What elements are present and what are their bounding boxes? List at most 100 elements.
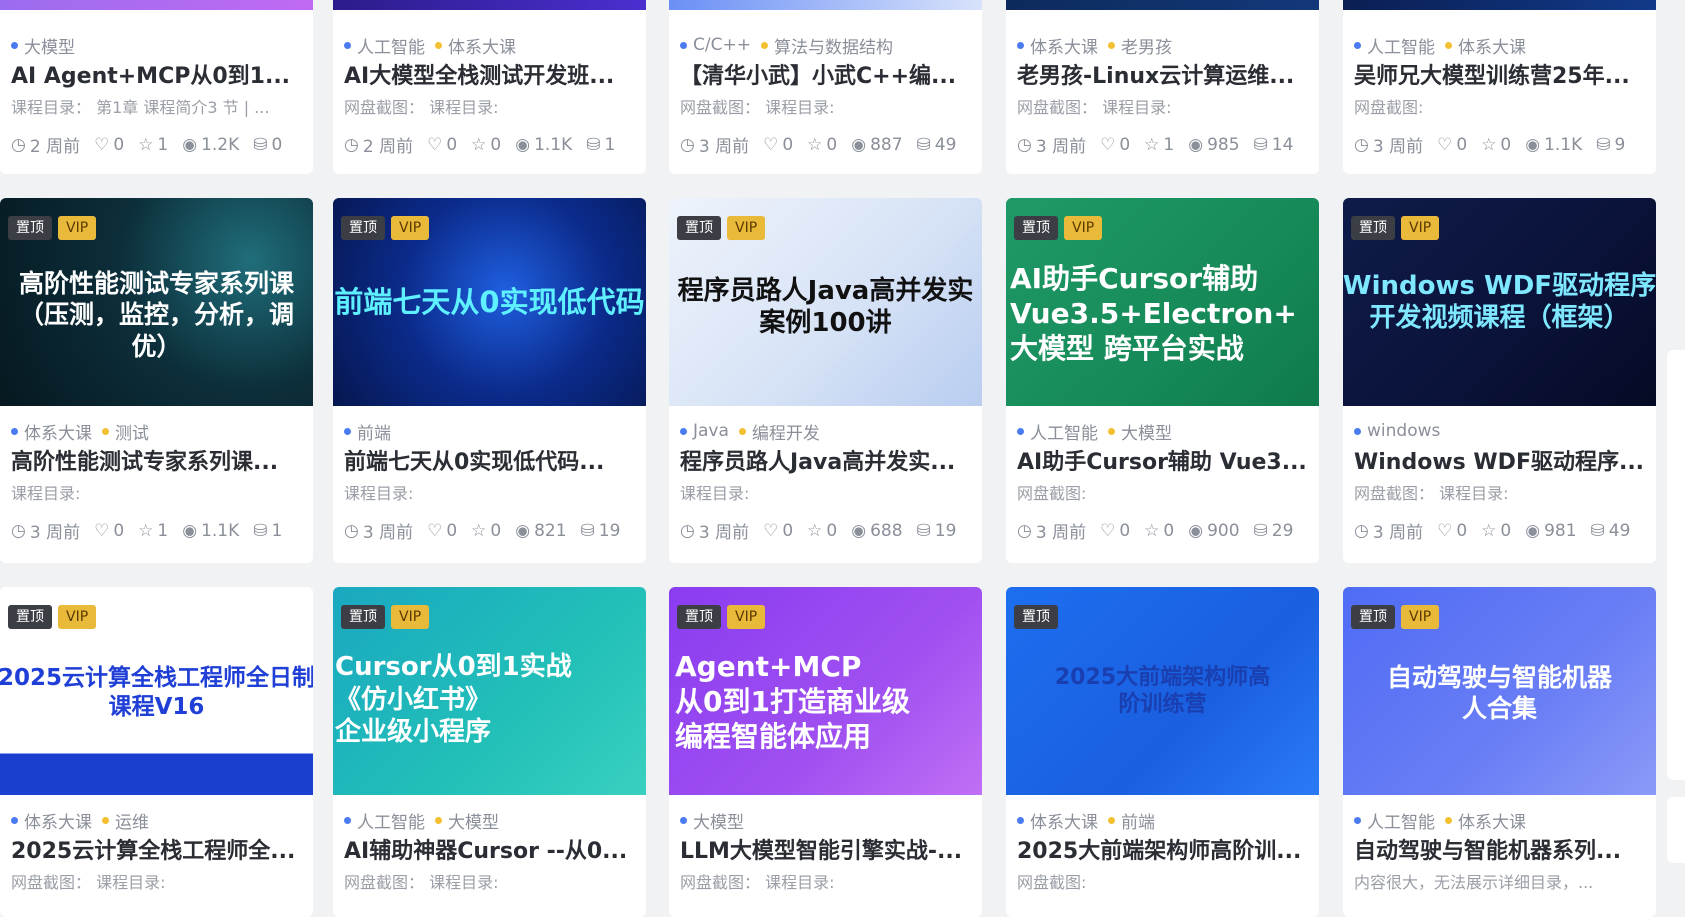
stat-favs[interactable]: ☆ 1 [1144, 135, 1174, 155]
course-card[interactable]: 置顶 2025大前端架构师高 阶训练营 体系大课 前端 2025大前端架构师高阶… [1006, 587, 1319, 917]
course-title[interactable]: LLM大模型智能引擎实战-... [680, 837, 971, 867]
stat-favs[interactable]: ☆ 0 [1144, 521, 1174, 541]
tag[interactable]: 前端 [1108, 808, 1155, 833]
tag[interactable]: 算法与数据结构 [760, 33, 893, 58]
course-card[interactable]: 置顶 VIP 2025云计算全栈工程师全日制 课程V16 体系大课 运维 202… [0, 587, 313, 917]
tag-dot-icon [1108, 427, 1115, 435]
tag[interactable]: Java [680, 421, 729, 441]
stat-likes[interactable]: ♡ 0 [427, 135, 457, 155]
stat-favs[interactable]: ☆ 0 [1481, 521, 1511, 541]
course-title[interactable]: AI助手Cursor辅助 Vue3.... [1017, 448, 1308, 478]
tag[interactable]: 体系大课 [11, 419, 92, 444]
stat-favs[interactable]: ☆ 0 [807, 135, 837, 155]
tag[interactable]: 体系大课 [1017, 808, 1098, 833]
tag[interactable]: 大模型 [1108, 419, 1172, 444]
stat-favs[interactable]: ☆ 0 [471, 521, 501, 541]
course-title[interactable]: AI辅助神器Cursor --从0... [344, 837, 635, 867]
tag[interactable]: 人工智能 [344, 33, 425, 58]
course-card[interactable]: 人工智能 体系大课 吴师兄大模型训练营25年... 网盘截图: ◷ 3 周前 ♡ 0… [1343, 0, 1656, 174]
stat-coins: ⛁ 0 [253, 134, 283, 155]
stat-likes[interactable]: ♡ 0 [1100, 135, 1130, 155]
course-title[interactable]: 2025大前端架构师高阶训... [1017, 837, 1308, 867]
vip-badge: VIP [391, 605, 430, 629]
course-thumbnail[interactable] [669, 0, 982, 10]
tag[interactable]: 体系大课 [435, 33, 516, 58]
course-card[interactable]: 置顶 VIP Cursor从0到1实战 《仿小红书》 企业级小程序 人工智能 大… [333, 587, 646, 917]
course-title[interactable]: 【清华小武】小武C++编... [680, 62, 971, 92]
tag[interactable]: 编程开发 [738, 419, 820, 444]
floating-side-button[interactable] [1667, 797, 1685, 863]
course-thumbnail[interactable]: 置顶 VIP 2025云计算全栈工程师全日制 课程V16 [0, 587, 313, 795]
stat-likes[interactable]: ♡ 0 [1100, 521, 1130, 541]
course-thumbnail[interactable]: 置顶 VIP Windows WDF驱动程序 开发视频课程（框架） [1343, 198, 1656, 406]
course-title[interactable]: 2025云计算全栈工程师全... [11, 837, 302, 867]
course-card[interactable]: 置顶 VIP Agent+MCP 从0到1打造商业级 编程智能体应用 大模型 L… [669, 587, 982, 917]
course-thumbnail[interactable]: 置顶 VIP Cursor从0到1实战 《仿小红书》 企业级小程序 [333, 587, 646, 795]
course-card[interactable]: 置顶 VIP 程序员路人Java高并发实 案例100讲 Java 编程开发 程序… [669, 198, 982, 563]
course-thumbnail[interactable] [333, 0, 646, 10]
pinned-badge: 置顶 [1014, 216, 1058, 240]
heart-icon: ♡ [1100, 520, 1116, 541]
stat-likes[interactable]: ♡ 0 [427, 521, 457, 541]
stat-likes[interactable]: ♡ 0 [94, 521, 124, 541]
course-title[interactable]: 吴师兄大模型训练营25年... [1354, 62, 1645, 92]
stat-favs[interactable]: ☆ 1 [138, 135, 168, 155]
stat-likes[interactable]: ♡ 0 [1437, 521, 1467, 541]
stat-favs[interactable]: ☆ 0 [1481, 135, 1511, 155]
course-card[interactable]: 人工智能 体系大课 AI大模型全栈测试开发班... 网盘截图： 课程目录: ◷ 2… [333, 0, 646, 174]
tag[interactable]: 体系大课 [1445, 33, 1526, 58]
tag[interactable]: 体系大课 [1445, 808, 1526, 833]
tag[interactable]: 人工智能 [1354, 808, 1435, 833]
course-thumbnail[interactable]: 置顶 VIP 程序员路人Java高并发实 案例100讲 [669, 198, 982, 406]
tag-dot-icon [1445, 816, 1452, 824]
stat-likes[interactable]: ♡ 0 [94, 135, 124, 155]
course-title[interactable]: Windows WDF驱动程序... [1354, 448, 1645, 478]
course-thumbnail[interactable] [1343, 0, 1656, 10]
tag[interactable]: C/C++ [680, 35, 751, 55]
course-title[interactable]: AI Agent+MCP从0到1... [11, 62, 302, 92]
floating-side-toolbar[interactable] [1667, 350, 1685, 780]
course-card[interactable]: 大模型 AI Agent+MCP从0到1... 课程目录： 第1章 课程简介3 … [0, 0, 313, 174]
stat-likes[interactable]: ♡ 0 [763, 135, 793, 155]
course-title[interactable]: 程序员路人Java高并发实... [680, 448, 971, 478]
course-title[interactable]: 前端七天从0实现低代码... [344, 448, 635, 478]
course-thumbnail[interactable] [0, 0, 313, 10]
tag[interactable]: 前端 [344, 419, 391, 444]
course-thumbnail[interactable]: 置顶 VIP AI助手Cursor辅助 Vue3.5+Electron+ 大模型… [1006, 198, 1319, 406]
course-thumbnail[interactable]: 置顶 2025大前端架构师高 阶训练营 [1006, 587, 1319, 795]
course-card[interactable]: 置顶 VIP 高阶性能测试专家系列课 （压测，监控，分析，调 优） 体系大课 测… [0, 198, 313, 563]
tag[interactable]: 运维 [102, 808, 149, 833]
stat-likes[interactable]: ♡ 0 [1437, 135, 1467, 155]
tag[interactable]: 大模型 [680, 808, 744, 833]
course-title[interactable]: 高阶性能测试专家系列课... [11, 448, 302, 478]
course-thumbnail[interactable]: 置顶 VIP 高阶性能测试专家系列课 （压测，监控，分析，调 优） [0, 198, 313, 406]
coins-icon: ⛁ [253, 520, 268, 541]
course-card[interactable]: 置顶 VIP AI助手Cursor辅助 Vue3.5+Electron+ 大模型… [1006, 198, 1319, 563]
stat-favs[interactable]: ☆ 0 [471, 135, 501, 155]
tag[interactable]: 体系大课 [1017, 33, 1098, 58]
tag[interactable]: 大模型 [435, 808, 499, 833]
tag[interactable]: 老男孩 [1108, 33, 1172, 58]
tag[interactable]: windows [1354, 421, 1440, 441]
tag[interactable]: 体系大课 [11, 808, 92, 833]
tag[interactable]: 测试 [102, 419, 149, 444]
tag[interactable]: 人工智能 [1017, 419, 1098, 444]
course-card[interactable]: 体系大课 老男孩 老男孩-Linux云计算运维... 网盘截图： 课程目录: ◷… [1006, 0, 1319, 174]
tag[interactable]: 大模型 [11, 33, 75, 58]
course-card[interactable]: C/C++ 算法与数据结构 【清华小武】小武C++编... 网盘截图： 课程目录… [669, 0, 982, 174]
course-card[interactable]: 置顶 VIP Windows WDF驱动程序 开发视频课程（框架） window… [1343, 198, 1656, 563]
stat-likes[interactable]: ♡ 0 [763, 521, 793, 541]
course-thumbnail[interactable]: 置顶 VIP Agent+MCP 从0到1打造商业级 编程智能体应用 [669, 587, 982, 795]
stat-favs[interactable]: ☆ 1 [138, 521, 168, 541]
course-thumbnail[interactable]: 置顶 VIP 前端七天从0实现低代码 [333, 198, 646, 406]
course-title[interactable]: 自动驾驶与智能机器系列... [1354, 837, 1645, 867]
stat-favs[interactable]: ☆ 0 [807, 521, 837, 541]
tag[interactable]: 人工智能 [1354, 33, 1435, 58]
course-card[interactable]: 置顶 VIP 自动驾驶与智能机器 人合集 人工智能 体系大课 自动驾驶与智能机器… [1343, 587, 1656, 917]
course-thumbnail[interactable] [1006, 0, 1319, 10]
course-card[interactable]: 置顶 VIP 前端七天从0实现低代码 前端 前端七天从0实现低代码... 课程目… [333, 198, 646, 563]
course-thumbnail[interactable]: 置顶 VIP 自动驾驶与智能机器 人合集 [1343, 587, 1656, 795]
tag[interactable]: 人工智能 [344, 808, 425, 833]
course-title[interactable]: AI大模型全栈测试开发班... [344, 62, 635, 92]
course-title[interactable]: 老男孩-Linux云计算运维... [1017, 62, 1308, 92]
